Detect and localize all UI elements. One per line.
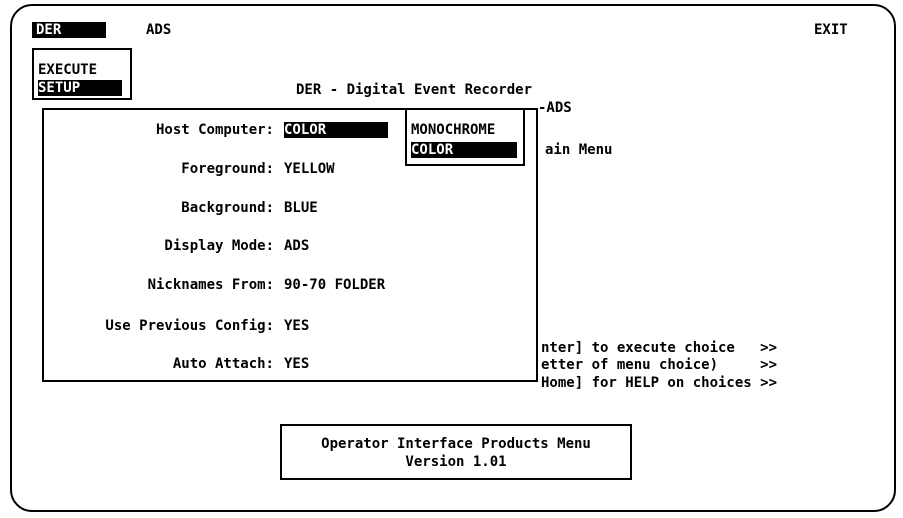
field-label: Host Computer: — [155, 122, 274, 138]
menu-der[interactable]: DER — [32, 22, 106, 38]
host-computer-value[interactable]: COLOR — [284, 122, 388, 138]
main-menu-text: ain Menu — [545, 142, 613, 158]
option-color[interactable]: COLOR — [411, 142, 517, 158]
field-label: Display Mode: — [164, 238, 274, 254]
field-label: Auto Attach: — [172, 356, 274, 372]
field-label: Foreground: — [181, 161, 274, 177]
display-mode-value[interactable]: ADS — [284, 238, 309, 254]
hint-home: Home] for HELP on choices >> — [541, 375, 778, 391]
auto-attach-value[interactable]: YES — [284, 356, 309, 372]
host-computer-dropdown: MONOCHROME COLOR — [405, 108, 525, 166]
option-monochrome[interactable]: MONOCHROME — [411, 122, 495, 138]
field-label: Use Previous Config: — [105, 318, 274, 334]
menu-setup[interactable]: SETUP — [38, 80, 122, 96]
menu-ads[interactable]: ADS — [146, 22, 171, 38]
nicknames-from-value[interactable]: 90-70 FOLDER — [284, 277, 385, 293]
field-label: Background: — [181, 200, 274, 216]
menu-exit[interactable]: EXIT — [814, 22, 848, 38]
foreground-value[interactable]: YELLOW — [284, 161, 335, 177]
page-title: DER - Digital Event Recorder — [296, 82, 533, 98]
hint-letter: etter of menu choice) >> — [541, 357, 778, 373]
ads-suffix-text: -ADS — [538, 100, 572, 116]
menu-execute[interactable]: EXECUTE — [38, 62, 97, 78]
background-value[interactable]: BLUE — [284, 200, 318, 216]
hint-enter: nter] to execute choice >> — [541, 340, 778, 356]
version-text: Version 1.01 — [405, 454, 507, 470]
execute-setup-menu: EXECUTE SETUP — [32, 48, 132, 100]
use-previous-config-value[interactable]: YES — [284, 318, 309, 334]
version-box: Operator Interface Products Menu Version… — [280, 424, 632, 480]
product-menu-title: Operator Interface Products Menu — [321, 436, 591, 452]
field-label: Nicknames From: — [147, 277, 274, 293]
